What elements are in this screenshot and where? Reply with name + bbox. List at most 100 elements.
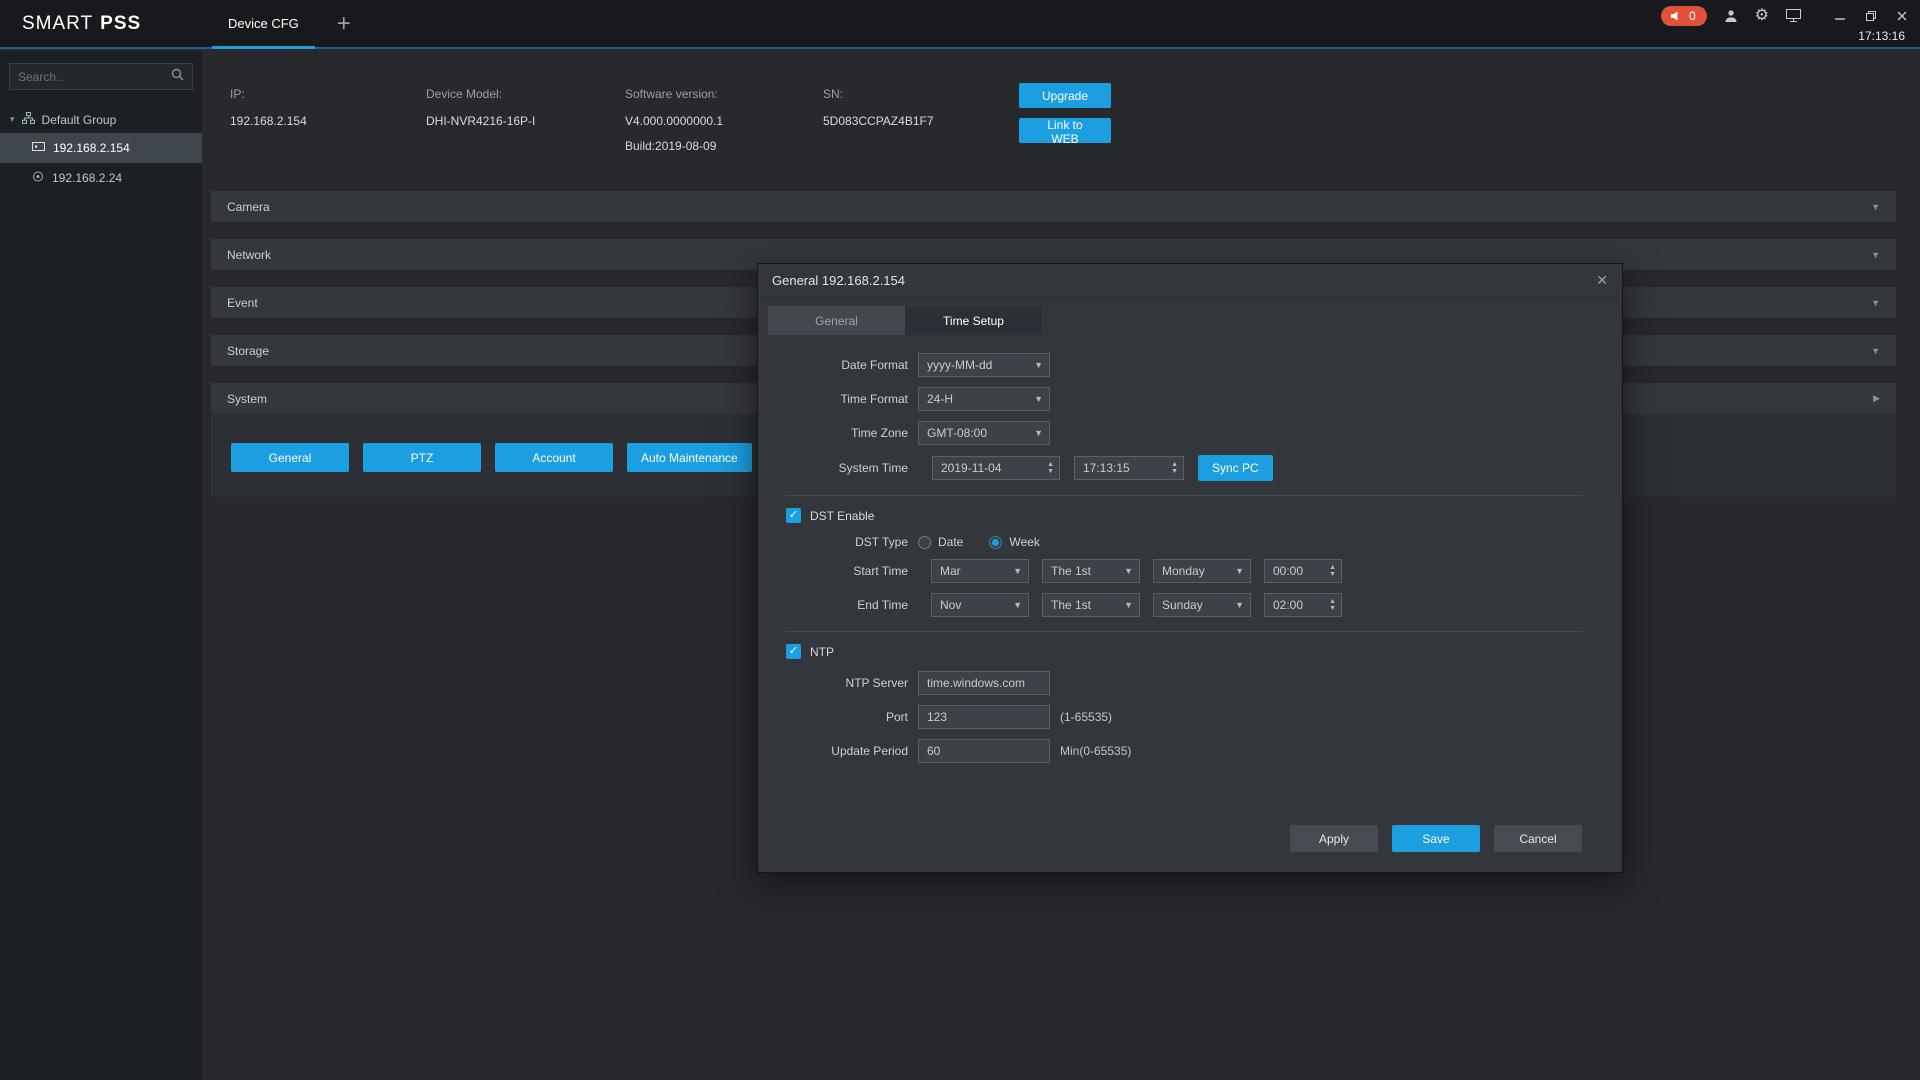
start-time-row: Start Time Mar ▼ The 1st ▼ Monday ▼ 00:0… bbox=[758, 559, 1602, 583]
ip-value: 192.168.2.154 bbox=[230, 114, 426, 128]
device-item-label: 192.168.2.24 bbox=[52, 171, 122, 185]
end-time-label: End Time bbox=[758, 598, 908, 612]
date-format-select[interactable]: yyyy-MM-dd ▼ bbox=[918, 353, 1050, 377]
alarm-count: 0 bbox=[1689, 9, 1696, 23]
device-item-154[interactable]: 192.168.2.154 bbox=[0, 133, 202, 163]
dst-enable-label: DST Enable bbox=[810, 509, 874, 523]
info-sn: SN: 5D083CCPAZ4B1F7 bbox=[823, 87, 1019, 191]
sync-pc-button[interactable]: Sync PC bbox=[1198, 455, 1273, 481]
section-camera-label: Camera bbox=[227, 200, 270, 214]
divider bbox=[786, 495, 1582, 496]
info-buttons: Upgrade Link to WEB bbox=[1019, 83, 1111, 191]
system-auto-maintenance-button[interactable]: Auto Maintenance bbox=[627, 443, 752, 472]
apply-button[interactable]: Apply bbox=[1290, 825, 1378, 852]
tree-group-default[interactable]: ▾ Default Group bbox=[0, 106, 202, 133]
end-clock-spinner[interactable]: 02:00 ▲▼ bbox=[1264, 593, 1342, 617]
app-header: SMART PSS Device CFG + 0 ⚙ bbox=[0, 0, 1920, 49]
tab-device-cfg[interactable]: Device CFG bbox=[202, 0, 325, 47]
chevron-down-icon: ▼ bbox=[1028, 360, 1043, 370]
upgrade-button[interactable]: Upgrade bbox=[1019, 83, 1111, 108]
user-icon[interactable] bbox=[1724, 9, 1738, 23]
group-icon bbox=[22, 112, 35, 127]
tab-device-cfg-label: Device CFG bbox=[228, 16, 299, 31]
minimize-icon[interactable] bbox=[1834, 10, 1846, 22]
dialog-footer: Apply Save Cancel bbox=[1290, 825, 1582, 852]
dst-type-date-option[interactable]: Date bbox=[918, 535, 963, 549]
start-month-select[interactable]: Mar ▼ bbox=[931, 559, 1029, 583]
alarm-badge[interactable]: 0 bbox=[1661, 6, 1707, 26]
dialog-body: Date Format yyyy-MM-dd ▼ Time Format 24-… bbox=[758, 335, 1622, 763]
spinner-arrows-icon: ▲▼ bbox=[1329, 564, 1336, 578]
plus-icon: + bbox=[337, 10, 351, 38]
start-week-select[interactable]: The 1st ▼ bbox=[1042, 559, 1140, 583]
cancel-button[interactable]: Cancel bbox=[1494, 825, 1582, 852]
search-icon[interactable] bbox=[171, 68, 184, 86]
section-camera[interactable]: Camera ▼ bbox=[211, 191, 1896, 222]
update-period-input[interactable] bbox=[918, 739, 1050, 763]
device-tree: ▾ Default Group 192.168.2.154 192.168.2.… bbox=[0, 106, 202, 193]
device-sidebar: ▾ Default Group 192.168.2.154 192.168.2.… bbox=[0, 51, 202, 1080]
end-week-select[interactable]: The 1st ▼ bbox=[1042, 593, 1140, 617]
sn-label: SN: bbox=[823, 87, 1019, 101]
chevron-down-icon: ▼ bbox=[1118, 566, 1133, 576]
update-period-label: Update Period bbox=[758, 744, 908, 758]
date-format-label: Date Format bbox=[758, 358, 908, 372]
divider bbox=[786, 631, 1582, 632]
dst-enable-row: ✓ DST Enable bbox=[786, 508, 1602, 523]
close-icon[interactable] bbox=[1896, 10, 1908, 22]
device-item-24[interactable]: 192.168.2.24 bbox=[0, 163, 202, 193]
model-label: Device Model: bbox=[426, 87, 625, 101]
search-input[interactable] bbox=[18, 70, 171, 84]
monitor-icon[interactable] bbox=[1786, 9, 1801, 22]
ip-label: IP: bbox=[230, 87, 426, 101]
ntp-enable-row: ✓ NTP bbox=[786, 644, 1602, 659]
dialog-close-icon[interactable]: ✕ bbox=[1596, 272, 1608, 289]
time-zone-select[interactable]: GMT-08:00 ▼ bbox=[918, 421, 1050, 445]
end-month-select[interactable]: Nov ▼ bbox=[931, 593, 1029, 617]
dialog-titlebar: General 192.168.2.154 ✕ bbox=[758, 264, 1622, 298]
ntp-server-input[interactable] bbox=[918, 671, 1050, 695]
chevron-down-icon: ▼ bbox=[1871, 250, 1880, 260]
section-system-label: System bbox=[227, 392, 267, 406]
time-zone-row: Time Zone GMT-08:00 ▼ bbox=[758, 421, 1602, 445]
start-day-select[interactable]: Monday ▼ bbox=[1153, 559, 1251, 583]
start-clock-spinner[interactable]: 00:00 ▲▼ bbox=[1264, 559, 1342, 583]
model-value: DHI-NVR4216-16P-I bbox=[426, 114, 625, 128]
info-ip: IP: 192.168.2.154 bbox=[230, 87, 426, 191]
radio-date-icon[interactable] bbox=[918, 536, 931, 549]
section-network-label: Network bbox=[227, 248, 271, 262]
chevron-down-icon: ▼ bbox=[1871, 202, 1880, 212]
system-time-value: 17:13:15 bbox=[1083, 461, 1130, 475]
add-tab-button[interactable]: + bbox=[325, 0, 363, 47]
port-input[interactable] bbox=[918, 705, 1050, 729]
chevron-down-icon: ▼ bbox=[1229, 600, 1244, 610]
dialog-tab-time-setup[interactable]: Time Setup bbox=[905, 306, 1042, 335]
dst-type-row: DST Type Date Week bbox=[758, 535, 1602, 549]
system-general-button[interactable]: General bbox=[231, 443, 349, 472]
dst-type-week-option[interactable]: Week bbox=[989, 535, 1039, 549]
system-time-spinner[interactable]: 17:13:15 ▲▼ bbox=[1074, 456, 1184, 480]
window-controls bbox=[1834, 10, 1908, 22]
restore-icon[interactable] bbox=[1865, 10, 1877, 22]
update-period-row: Update Period Min(0-65535) bbox=[758, 739, 1602, 763]
port-hint: (1-65535) bbox=[1060, 710, 1112, 724]
app-logo: SMART PSS bbox=[0, 0, 202, 47]
save-button[interactable]: Save bbox=[1392, 825, 1480, 852]
time-format-select[interactable]: 24-H ▼ bbox=[918, 387, 1050, 411]
spinner-arrows-icon: ▲▼ bbox=[1329, 598, 1336, 612]
time-format-label: Time Format bbox=[758, 392, 908, 406]
system-clock: 17:13:16 bbox=[1858, 29, 1908, 43]
link-to-web-button[interactable]: Link to WEB bbox=[1019, 118, 1111, 143]
search-box bbox=[9, 63, 193, 90]
end-day-select[interactable]: Sunday ▼ bbox=[1153, 593, 1251, 617]
system-date-spinner[interactable]: 2019-11-04 ▲▼ bbox=[932, 456, 1060, 480]
dialog-title: General 192.168.2.154 bbox=[772, 273, 905, 288]
dialog-tab-general[interactable]: General bbox=[768, 306, 905, 335]
brand-pss: PSS bbox=[100, 13, 141, 35]
radio-week-icon[interactable] bbox=[989, 536, 1002, 549]
ntp-checkbox[interactable]: ✓ bbox=[786, 644, 801, 659]
gear-icon[interactable]: ⚙ bbox=[1755, 8, 1769, 24]
system-account-button[interactable]: Account bbox=[495, 443, 613, 472]
dst-enable-checkbox[interactable]: ✓ bbox=[786, 508, 801, 523]
system-ptz-button[interactable]: PTZ bbox=[363, 443, 481, 472]
